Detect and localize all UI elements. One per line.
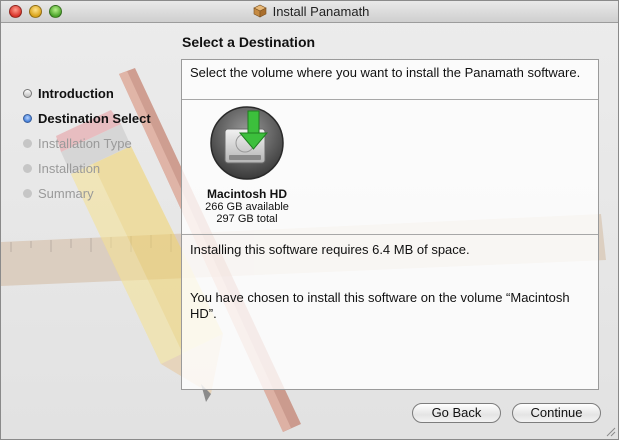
page-heading: Select a Destination bbox=[182, 34, 316, 50]
divider bbox=[182, 99, 598, 100]
space-requirement-text: Installing this software requires 6.4 MB… bbox=[190, 242, 470, 257]
step-label: Destination Select bbox=[38, 111, 151, 126]
step-installation-type: Installation Type bbox=[23, 131, 151, 156]
destination-panel: Select the volume where you want to inst… bbox=[181, 59, 599, 390]
window-title: Install Panamath bbox=[272, 4, 370, 19]
step-bullet-icon bbox=[23, 164, 32, 173]
chosen-volume-text: You have chosen to install this software… bbox=[190, 290, 570, 321]
step-bullet-icon bbox=[23, 114, 32, 123]
continue-button[interactable]: Continue bbox=[512, 403, 601, 423]
installer-window: Install Panamath Select a Destination In… bbox=[0, 0, 619, 440]
volume-macintosh-hd[interactable]: Macintosh HD 266 GB available 297 GB tot… bbox=[196, 105, 298, 225]
divider bbox=[182, 234, 598, 235]
window-title-area: Install Panamath bbox=[1, 4, 618, 19]
volume-available: 266 GB available bbox=[205, 201, 289, 213]
step-introduction: Introduction bbox=[23, 81, 151, 106]
step-installation: Installation bbox=[23, 156, 151, 181]
step-destination-select: Destination Select bbox=[23, 106, 151, 131]
step-label: Installation bbox=[38, 161, 101, 176]
installer-steps: Introduction Destination Select Installa… bbox=[23, 81, 151, 206]
volume-name: Macintosh HD bbox=[206, 187, 287, 201]
step-label: Introduction bbox=[38, 86, 114, 101]
hard-drive-with-green-arrow-icon bbox=[210, 106, 284, 180]
step-bullet-icon bbox=[23, 89, 32, 98]
volume-total: 297 GB total bbox=[216, 213, 278, 225]
step-bullet-icon bbox=[23, 139, 32, 148]
step-summary: Summary bbox=[23, 181, 151, 206]
title-bar: Install Panamath bbox=[1, 1, 618, 23]
resize-grip-icon[interactable] bbox=[605, 426, 616, 437]
package-icon bbox=[252, 4, 267, 18]
step-bullet-icon bbox=[23, 189, 32, 198]
destination-prompt: Select the volume where you want to inst… bbox=[190, 65, 581, 80]
step-label: Summary bbox=[38, 186, 94, 201]
go-back-button[interactable]: Go Back bbox=[412, 403, 501, 423]
step-label: Installation Type bbox=[38, 136, 132, 151]
